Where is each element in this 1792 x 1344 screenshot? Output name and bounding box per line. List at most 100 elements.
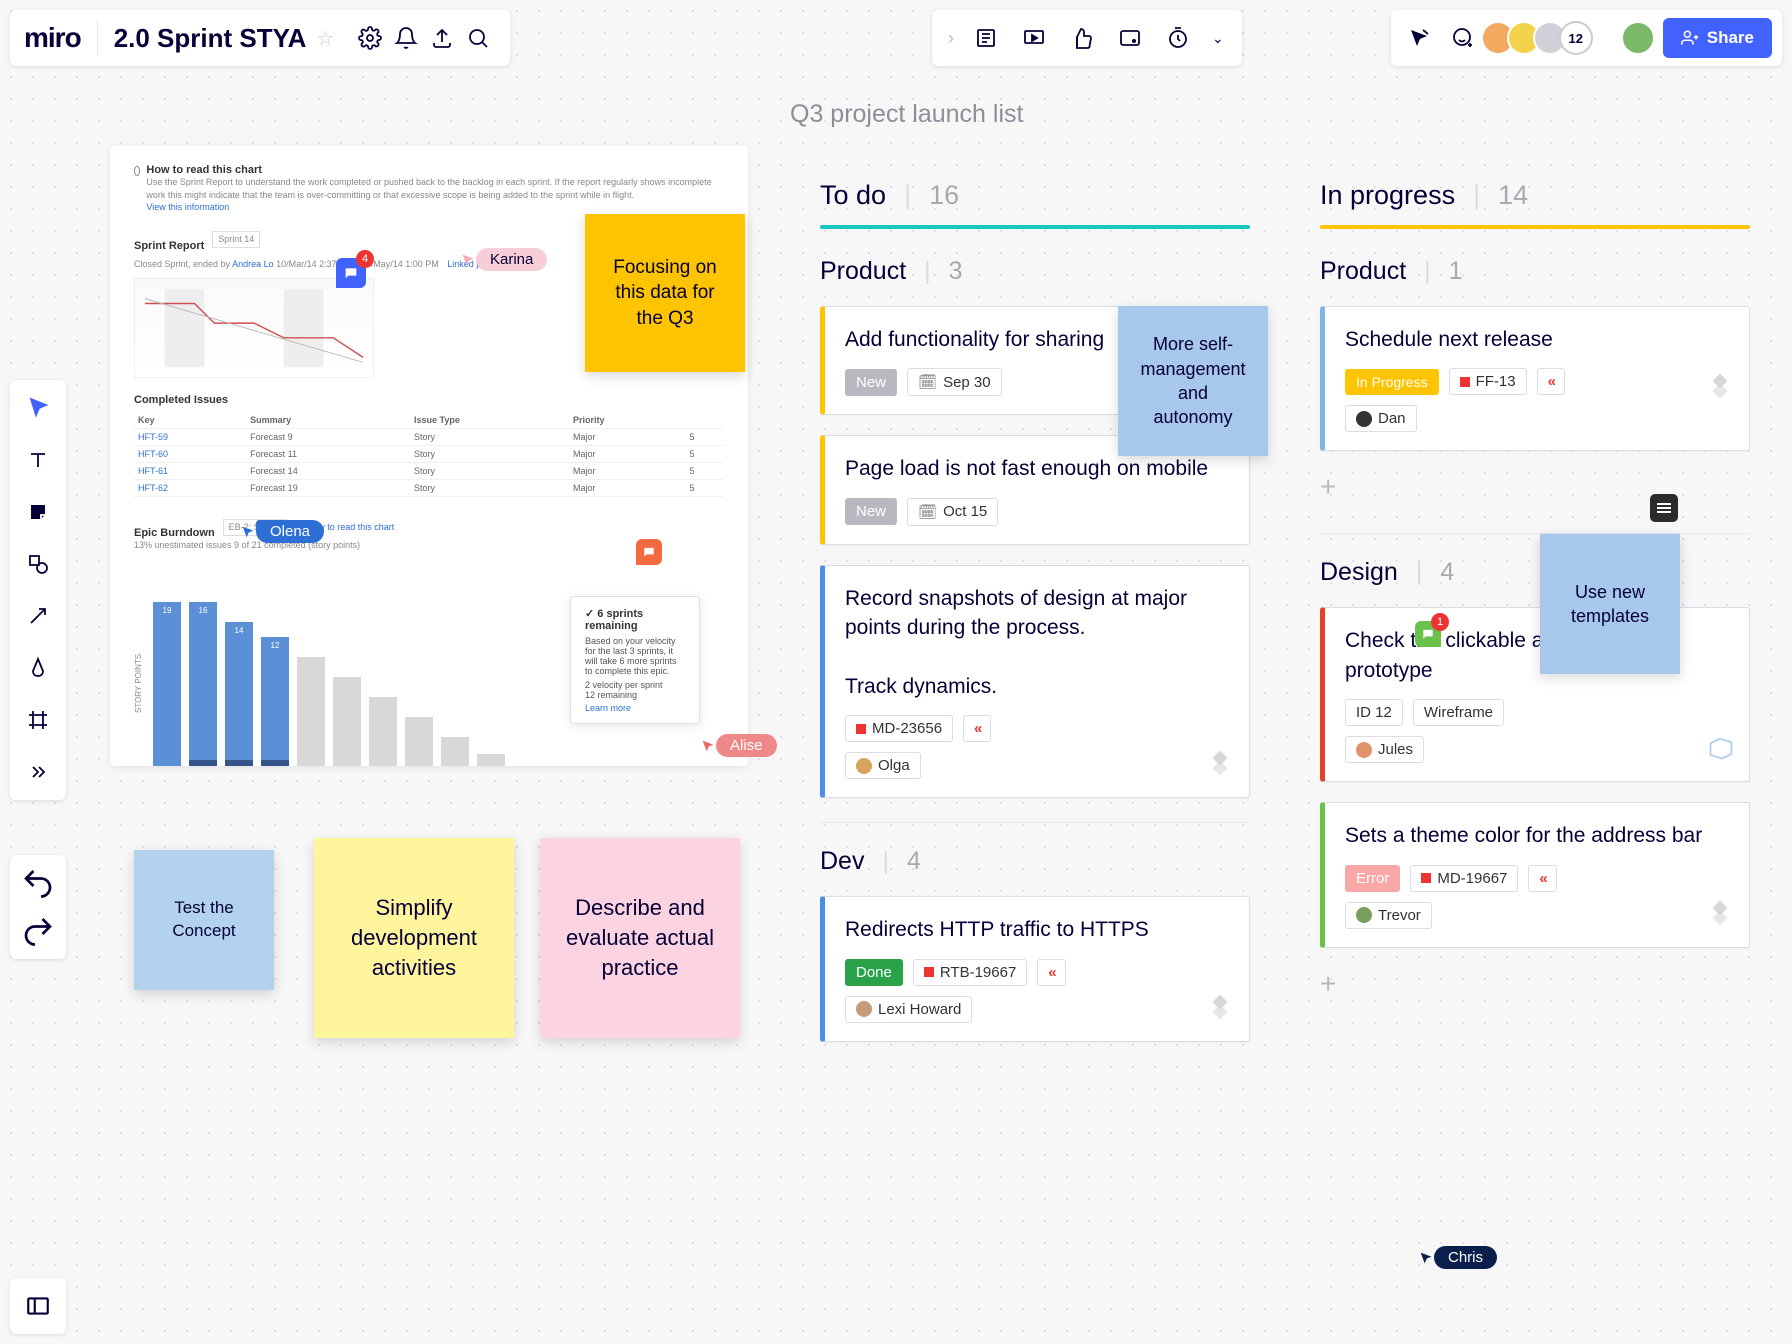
collaborator-avatars[interactable]: 12 — [1489, 21, 1593, 55]
sticky-note[interactable]: Use new templates — [1540, 534, 1680, 674]
kanban-card[interactable]: Schedule next release In Progress FF-13 … — [1320, 306, 1750, 451]
sticky-tool[interactable] — [20, 494, 56, 530]
jira-icon — [1705, 371, 1735, 406]
chevron-down-icon[interactable]: ⌄ — [1212, 30, 1224, 47]
section-count: 3 — [949, 257, 963, 286]
minimap-toggle[interactable] — [10, 1278, 66, 1334]
id-chip: MD-19667 — [1410, 865, 1518, 892]
embed-help-link: View this information — [146, 201, 724, 214]
arrow-tool[interactable] — [20, 598, 56, 634]
card-title: Sets a theme color for the address bar — [1345, 821, 1729, 850]
comment-bubble-icon[interactable] — [1650, 494, 1678, 522]
tool-palette — [10, 380, 66, 800]
avatar-overflow-count[interactable]: 12 — [1559, 21, 1593, 55]
card-title: Page load is not fast enough on mobile — [845, 454, 1229, 483]
bell-icon[interactable] — [388, 20, 424, 56]
id-chip: FF-13 — [1449, 368, 1527, 395]
more-tools[interactable] — [20, 754, 56, 790]
comment-bubble-icon[interactable]: 4 — [336, 258, 366, 288]
jira-icon — [1705, 898, 1735, 933]
card-icon[interactable] — [1112, 20, 1148, 56]
status-chip: In Progress — [1345, 369, 1439, 395]
header-left: miro 2.0 Sprint STYA ☆ — [10, 10, 510, 66]
assignee-chip: Jules — [1345, 736, 1424, 763]
section-title: Design — [1320, 558, 1398, 587]
card-title: Record snapshots of design at major poin… — [845, 584, 1229, 702]
kanban-card[interactable]: Check the clickable areas of the prototy… — [1320, 607, 1750, 782]
assignee-chip: Dan — [1345, 405, 1417, 432]
section-count: 4 — [1440, 558, 1454, 587]
sticky-note[interactable]: Test the Concept — [134, 850, 274, 990]
undo-button[interactable] — [20, 865, 56, 901]
note-icon[interactable] — [968, 20, 1004, 56]
assignee-chip: Olga — [845, 752, 921, 779]
section-title: Product — [820, 257, 906, 286]
comment-count-badge: 1 — [1431, 613, 1449, 631]
section-title: Product — [1320, 257, 1406, 286]
frame-tool[interactable] — [20, 702, 56, 738]
section-count: 1 — [1449, 257, 1463, 286]
date-chip: 🗓Oct 15 — [907, 498, 998, 526]
sprint-selector: Sprint 14 — [212, 231, 260, 248]
sticky-note[interactable]: More self-management and autonomy — [1118, 306, 1268, 456]
kanban-title: Q3 project launch list — [790, 100, 1023, 129]
board-title[interactable]: 2.0 Sprint STYA — [114, 23, 307, 54]
shape-tool[interactable] — [20, 546, 56, 582]
kanban-card[interactable]: Record snapshots of design at major poin… — [820, 565, 1250, 799]
embed-help-text: Use the Sprint Report to understand the … — [146, 176, 724, 201]
redo-button[interactable] — [20, 913, 56, 949]
date-chip: 🗓Sep 30 — [907, 368, 1002, 396]
share-button[interactable]: Share — [1663, 18, 1772, 58]
miro-logo[interactable]: miro — [24, 22, 81, 54]
epic-forecast-tooltip: ✓ 6 sprints remaining Based on your velo… — [570, 596, 700, 724]
card-title: Schedule next release — [1345, 325, 1729, 354]
sticky-note[interactable]: Simplify development activities — [314, 838, 514, 1038]
status-chip: Done — [845, 959, 903, 986]
assignee-chip: Lexi Howard — [845, 996, 972, 1023]
priority-chip: « — [1037, 959, 1065, 986]
star-icon[interactable]: ☆ — [316, 26, 334, 51]
add-card-button[interactable]: + — [1320, 968, 1750, 1000]
select-tool[interactable] — [20, 390, 56, 426]
presentation-icon[interactable] — [1016, 20, 1052, 56]
cursor-mode-icon[interactable] — [1401, 20, 1437, 56]
pen-tool[interactable] — [20, 650, 56, 686]
column-count: 16 — [929, 180, 959, 211]
chevron-left-icon[interactable]: › — [948, 28, 954, 49]
priority-chip: « — [963, 715, 991, 742]
current-user-avatar[interactable] — [1621, 21, 1655, 55]
section-title: Dev — [820, 847, 864, 876]
reactions-icon[interactable] — [1445, 20, 1481, 56]
section-count: 4 — [907, 847, 921, 876]
comment-bubble-icon[interactable] — [636, 539, 662, 565]
column-title: In progress — [1320, 180, 1455, 211]
search-icon[interactable] — [460, 20, 496, 56]
add-card-button[interactable]: + — [1320, 471, 1750, 503]
jira-icon — [1205, 992, 1235, 1027]
header-right: 12 Share — [1391, 10, 1782, 66]
column-count: 14 — [1498, 180, 1528, 211]
text-tool[interactable] — [20, 442, 56, 478]
embed-help-title: How to read this chart — [146, 164, 724, 176]
column-title: To do — [820, 180, 886, 211]
timer-icon[interactable] — [1160, 20, 1196, 56]
kanban-card[interactable]: Redirects HTTP traffic to HTTPS Done RTB… — [820, 896, 1250, 1041]
status-chip: New — [845, 498, 897, 525]
tag-chip: Wireframe — [1413, 699, 1504, 726]
sticky-note[interactable]: Describe and evaluate actual practice — [540, 838, 740, 1038]
thumbs-up-icon[interactable] — [1064, 20, 1100, 56]
kanban-card[interactable]: Sets a theme color for the address bar E… — [1320, 802, 1750, 947]
sticky-note[interactable]: Focusing on this data for the Q3 — [585, 214, 745, 372]
divider — [97, 20, 98, 56]
jira-icon — [1205, 748, 1235, 783]
header-apps: › ⌄ — [932, 10, 1242, 66]
user-cursor-olena: Olena — [240, 520, 324, 543]
export-icon[interactable] — [424, 20, 460, 56]
assignee-chip: Trevor — [1345, 902, 1432, 929]
undo-redo-panel — [10, 855, 66, 959]
priority-chip: « — [1537, 368, 1565, 395]
comment-bubble-icon[interactable]: 1 — [1415, 621, 1441, 647]
settings-icon[interactable] — [352, 20, 388, 56]
sprint-report-heading: Sprint Report — [134, 240, 204, 252]
kanban-column-inprogress: In progress | 14 Product | 1 Schedule ne… — [1320, 180, 1750, 1000]
